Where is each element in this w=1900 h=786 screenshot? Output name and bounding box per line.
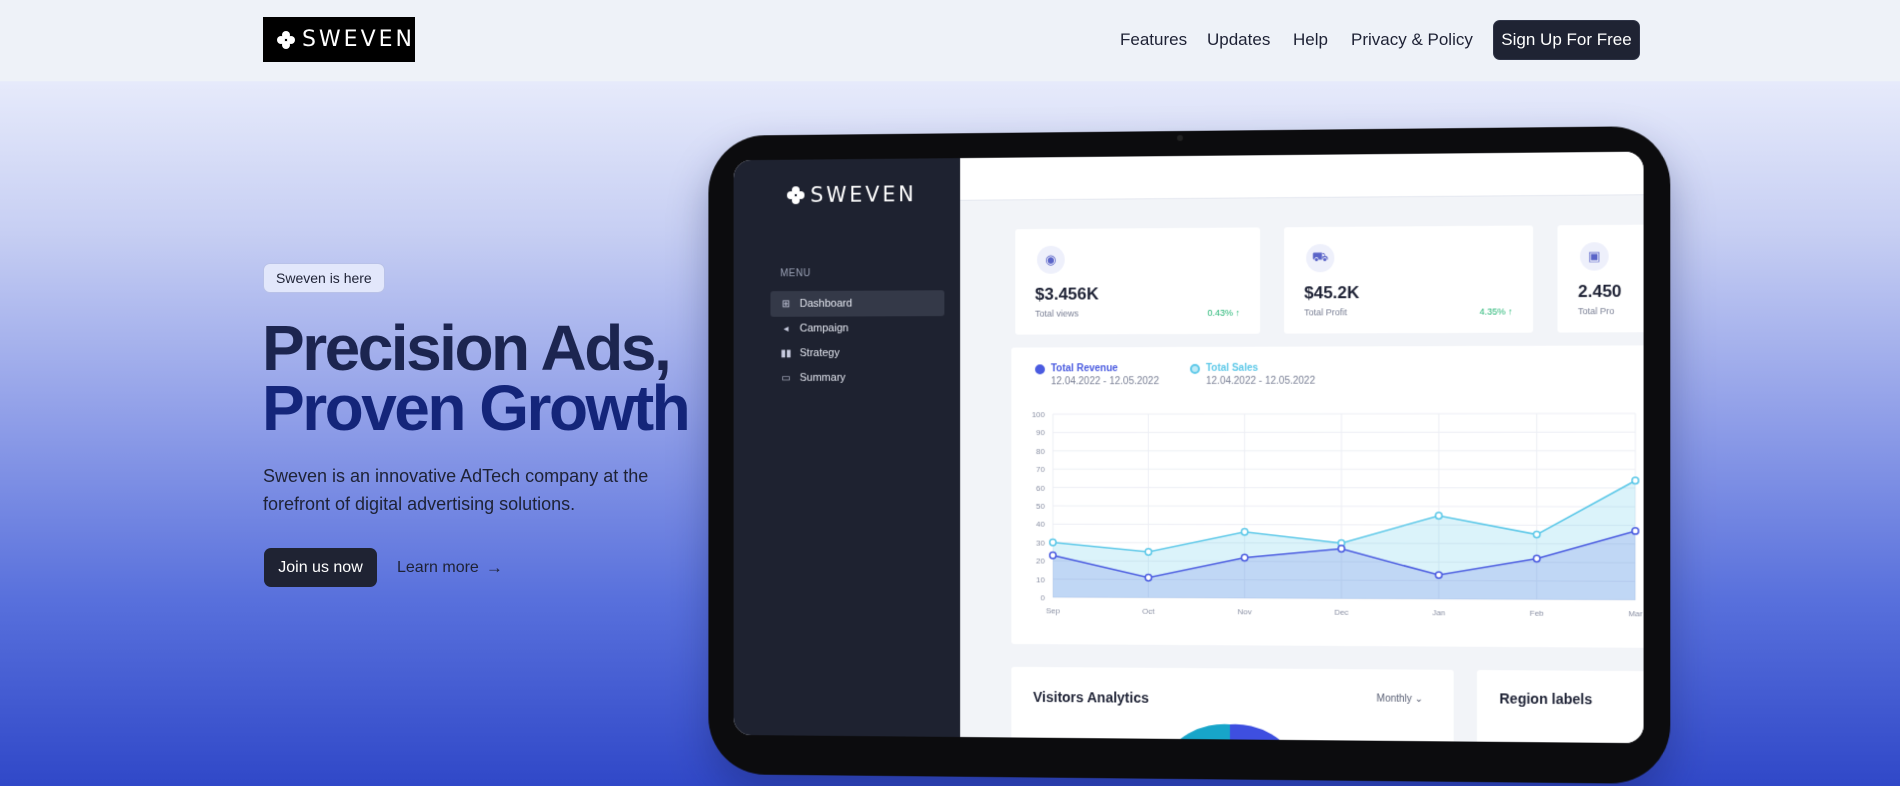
nav-link-features[interactable]: Features xyxy=(1120,30,1187,50)
visitors-analytics-card: Visitors Analytics Monthly ⌄ xyxy=(1011,667,1453,743)
stat-label: Total Profit xyxy=(1304,307,1347,317)
y-tick-label: 10 xyxy=(1036,575,1045,584)
y-tick-label: 50 xyxy=(1036,502,1045,511)
sidebar-item-label: Strategy xyxy=(800,347,840,359)
data-point xyxy=(1436,572,1442,578)
dashboard-logo[interactable]: SWEVEN xyxy=(787,182,917,207)
sign-up-button[interactable]: Sign Up For Free xyxy=(1493,20,1640,60)
region-labels-title: Region labels xyxy=(1499,690,1592,707)
grid-line xyxy=(1053,487,1635,488)
stat-value: 2.450 xyxy=(1578,282,1622,302)
eye-icon: ◉ xyxy=(1037,246,1065,274)
join-us-button[interactable]: Join us now xyxy=(264,548,377,587)
learn-more-link[interactable]: Learn more → xyxy=(397,548,503,587)
dashboard-brand-name: SWEVEN xyxy=(810,182,916,207)
data-point xyxy=(1145,574,1151,580)
data-point xyxy=(1534,531,1541,537)
data-point xyxy=(1436,512,1442,518)
sidebar-item-label: Summary xyxy=(800,372,846,384)
x-tick-label: Oct xyxy=(1142,607,1155,616)
y-tick-label: 40 xyxy=(1036,520,1045,529)
data-point xyxy=(1050,539,1056,545)
x-tick-label: Sep xyxy=(1046,606,1061,615)
sidebar-item-label: Campaign xyxy=(800,322,849,334)
data-point xyxy=(1050,552,1056,558)
learn-more-label: Learn more xyxy=(397,559,479,577)
y-tick-label: 90 xyxy=(1036,428,1045,437)
area-chart: 0 10 20 30 40 50 60 70 80 90 100 Sep Oct Nov Dec Jan Feb… xyxy=(1011,345,1643,647)
stat-value: $45.2K xyxy=(1304,283,1359,303)
grid-icon: ⊞ xyxy=(780,299,792,309)
stat-card-profit: ⛟ $45.2K Total Profit 4.35% ↑ xyxy=(1284,225,1533,333)
y-tick-label: 70 xyxy=(1036,465,1045,474)
data-point xyxy=(1241,529,1247,535)
sidebar-item-campaign[interactable]: ◂ Campaign xyxy=(770,315,944,341)
revenue-chart-card: Total Revenue 12.04.2022 - 12.05.2022 To… xyxy=(1011,345,1643,647)
hero-subtitle: Sweven is an innovative AdTech company a… xyxy=(263,462,703,518)
y-tick-label: 80 xyxy=(1036,447,1045,456)
stat-change: 0.43% ↑ xyxy=(1207,308,1240,318)
bag-icon: ▣ xyxy=(1580,242,1609,271)
y-tick-label: 30 xyxy=(1036,538,1045,547)
dashboard-screen: SWEVEN MENU ⊞ Dashboard ◂ Campaign ▮▮ St… xyxy=(734,152,1644,744)
x-tick-label: Mar xyxy=(1628,609,1642,618)
camera-icon xyxy=(1177,135,1183,141)
data-point xyxy=(1534,555,1541,561)
stat-value: $3.456K xyxy=(1035,284,1099,304)
nav-link-privacy-policy[interactable]: Privacy & Policy xyxy=(1351,30,1473,50)
stat-card-views: ◉ $3.456K Total views 0.43% ↑ xyxy=(1015,227,1260,334)
x-tick-label: Dec xyxy=(1334,608,1348,617)
stat-change: 4.35% ↑ xyxy=(1480,306,1513,316)
sidebar-item-strategy[interactable]: ▮▮ Strategy xyxy=(770,340,944,366)
menu-heading: MENU xyxy=(780,268,811,279)
stat-label: Total views xyxy=(1035,308,1079,318)
x-tick-label: Feb xyxy=(1530,609,1545,618)
region-labels-card: Region labels xyxy=(1477,670,1644,743)
x-tick-label: Nov xyxy=(1238,607,1252,616)
sidebar-item-label: Dashboard xyxy=(800,298,852,310)
stat-label: Total Pro xyxy=(1578,306,1614,316)
bars-icon: ▮▮ xyxy=(780,348,792,358)
card-icon: ▭ xyxy=(780,373,792,383)
dashboard-topbar xyxy=(960,152,1643,201)
hero-title: Precision Ads, Proven Growth xyxy=(262,318,688,438)
tablet-mockup: SWEVEN MENU ⊞ Dashboard ◂ Campaign ▮▮ St… xyxy=(708,126,1670,784)
arrow-right-icon: → xyxy=(486,558,503,578)
x-tick-label: Jan xyxy=(1432,608,1445,617)
sidebar-item-summary[interactable]: ▭ Summary xyxy=(770,365,944,391)
hero-title-line-2: Proven Growth xyxy=(262,372,688,444)
nav-link-help[interactable]: Help xyxy=(1293,30,1328,50)
nav-link-updates[interactable]: Updates xyxy=(1207,30,1270,50)
cart-icon: ⛟ xyxy=(1306,244,1334,272)
donut-chart xyxy=(1011,667,1453,743)
grid-line xyxy=(1053,506,1635,507)
y-tick-label: 60 xyxy=(1036,483,1045,492)
sidebar-item-dashboard[interactable]: ⊞ Dashboard xyxy=(770,290,944,317)
grid-line xyxy=(1053,413,1635,414)
y-tick-label: 20 xyxy=(1036,557,1045,566)
grid-line xyxy=(1053,524,1635,525)
megaphone-icon: ◂ xyxy=(780,324,792,334)
announcement-badge: Sweven is here xyxy=(263,263,385,293)
data-point xyxy=(1632,528,1639,535)
dashboard-sidebar: SWEVEN MENU ⊞ Dashboard ◂ Campaign ▮▮ St… xyxy=(734,158,961,737)
top-navigation: SWEVEN Features Updates Help Privacy & P… xyxy=(0,0,1900,81)
y-tick-label: 100 xyxy=(1032,410,1046,419)
dashboard-main: ◉ $3.456K Total views 0.43% ↑ ⛟ $45.2K T… xyxy=(960,152,1643,744)
clover-icon xyxy=(787,186,805,204)
y-tick-label: 0 xyxy=(1041,593,1046,602)
data-point xyxy=(1338,546,1344,552)
data-point xyxy=(1632,477,1639,483)
stat-card-products: ▣ 2.450 Total Pro xyxy=(1558,223,1644,332)
data-point xyxy=(1241,555,1247,561)
data-point xyxy=(1145,549,1151,555)
